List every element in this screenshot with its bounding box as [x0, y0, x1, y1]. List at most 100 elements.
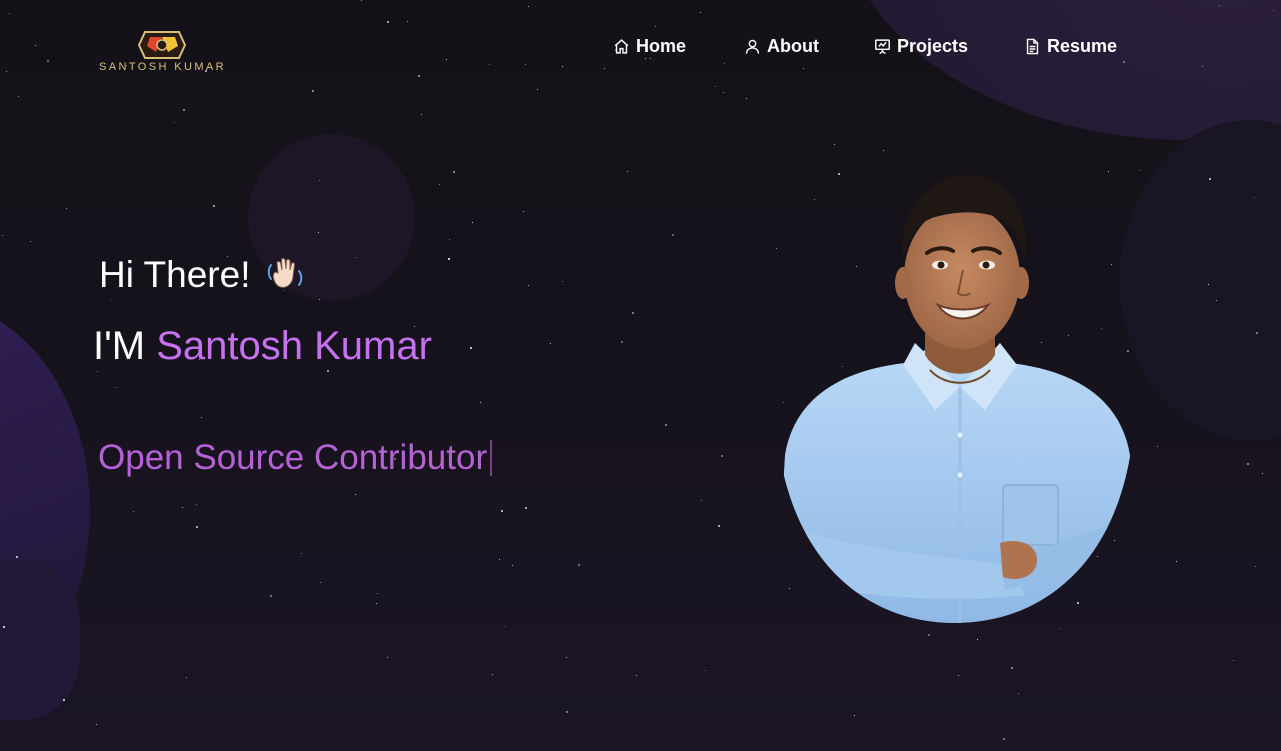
star: [1139, 170, 1141, 172]
star: [115, 387, 117, 389]
star: [562, 281, 564, 283]
star: [958, 675, 960, 677]
star: [47, 60, 49, 62]
hero-greeting: Hi There!: [99, 254, 305, 296]
star: [97, 371, 99, 373]
star: [505, 626, 507, 628]
star: [133, 511, 135, 513]
star: [977, 639, 979, 641]
star: [715, 86, 717, 88]
star: [705, 670, 707, 672]
nav-item-projects[interactable]: Projects: [874, 36, 968, 57]
star: [63, 699, 65, 701]
user-icon: [745, 39, 760, 54]
star: [30, 241, 32, 243]
star: [1209, 178, 1211, 180]
star: [724, 63, 726, 65]
star: [201, 417, 203, 419]
star: [834, 144, 836, 146]
star: [196, 526, 198, 528]
hero-page: SANTOSH KUMAR Home About Projects Resume…: [0, 0, 1281, 751]
star: [665, 424, 667, 426]
star: [632, 312, 634, 314]
star: [439, 184, 441, 186]
hero-name: Santosh Kumar: [156, 324, 432, 368]
star: [528, 285, 530, 287]
star: [1208, 284, 1210, 286]
star: [18, 96, 20, 98]
star: [186, 677, 188, 679]
document-icon: [1026, 38, 1039, 55]
star: [1176, 561, 1178, 563]
star: [721, 455, 723, 457]
star: [499, 559, 501, 561]
star: [320, 582, 322, 584]
star: [110, 300, 112, 302]
star: [377, 593, 379, 595]
star: [448, 258, 450, 260]
star: [718, 525, 720, 527]
star: [512, 565, 514, 567]
role-text: Open Source Contributor: [98, 438, 488, 477]
star: [566, 711, 568, 713]
star: [550, 343, 552, 345]
star: [1262, 473, 1264, 475]
star: [501, 510, 503, 512]
star: [6, 71, 8, 73]
presentation-icon: [875, 39, 890, 55]
brand-logo[interactable]: SANTOSH KUMAR: [80, 30, 245, 74]
star: [480, 402, 482, 404]
star: [1216, 300, 1218, 302]
star: [621, 341, 623, 343]
star: [1059, 628, 1061, 630]
star: [3, 626, 5, 628]
star: [528, 6, 530, 8]
star: [449, 239, 451, 241]
star: [1123, 61, 1125, 63]
nav-label-about: About: [767, 36, 819, 56]
star: [270, 595, 272, 597]
star: [1233, 660, 1235, 662]
star: [636, 675, 638, 677]
star: [562, 66, 564, 68]
star: [803, 68, 805, 70]
nav-item-about[interactable]: About: [744, 36, 819, 57]
star: [655, 26, 657, 28]
star: [96, 724, 98, 726]
star: [489, 64, 491, 66]
star: [1202, 66, 1204, 68]
star: [472, 222, 474, 224]
star: [355, 257, 357, 259]
nav-item-resume[interactable]: Resume: [1024, 36, 1117, 57]
star: [492, 674, 494, 676]
star: [537, 89, 539, 91]
nav-label-projects: Projects: [897, 36, 969, 56]
hexagon-logo-icon: [137, 31, 187, 59]
nav-item-home[interactable]: Home: [613, 36, 686, 57]
star: [1157, 446, 1159, 448]
star: [319, 299, 321, 301]
star: [1003, 738, 1005, 740]
star: [928, 634, 930, 636]
star: [1018, 693, 1020, 695]
star: [701, 500, 703, 502]
star: [645, 58, 647, 60]
star: [1247, 463, 1249, 465]
star: [566, 657, 568, 659]
star: [16, 556, 18, 558]
star: [174, 122, 176, 124]
star: [35, 45, 37, 47]
star: [376, 603, 378, 605]
nav-label-home: Home: [636, 36, 687, 56]
star: [1254, 197, 1256, 199]
star: [196, 504, 198, 506]
star: [627, 171, 629, 173]
star: [525, 507, 527, 509]
star: [746, 98, 748, 100]
star: [318, 232, 320, 234]
star: [1255, 566, 1257, 568]
logo-text: SANTOSH KUMAR: [99, 61, 226, 73]
star: [183, 109, 185, 111]
profile-photo: [775, 174, 1135, 623]
star: [355, 494, 357, 496]
